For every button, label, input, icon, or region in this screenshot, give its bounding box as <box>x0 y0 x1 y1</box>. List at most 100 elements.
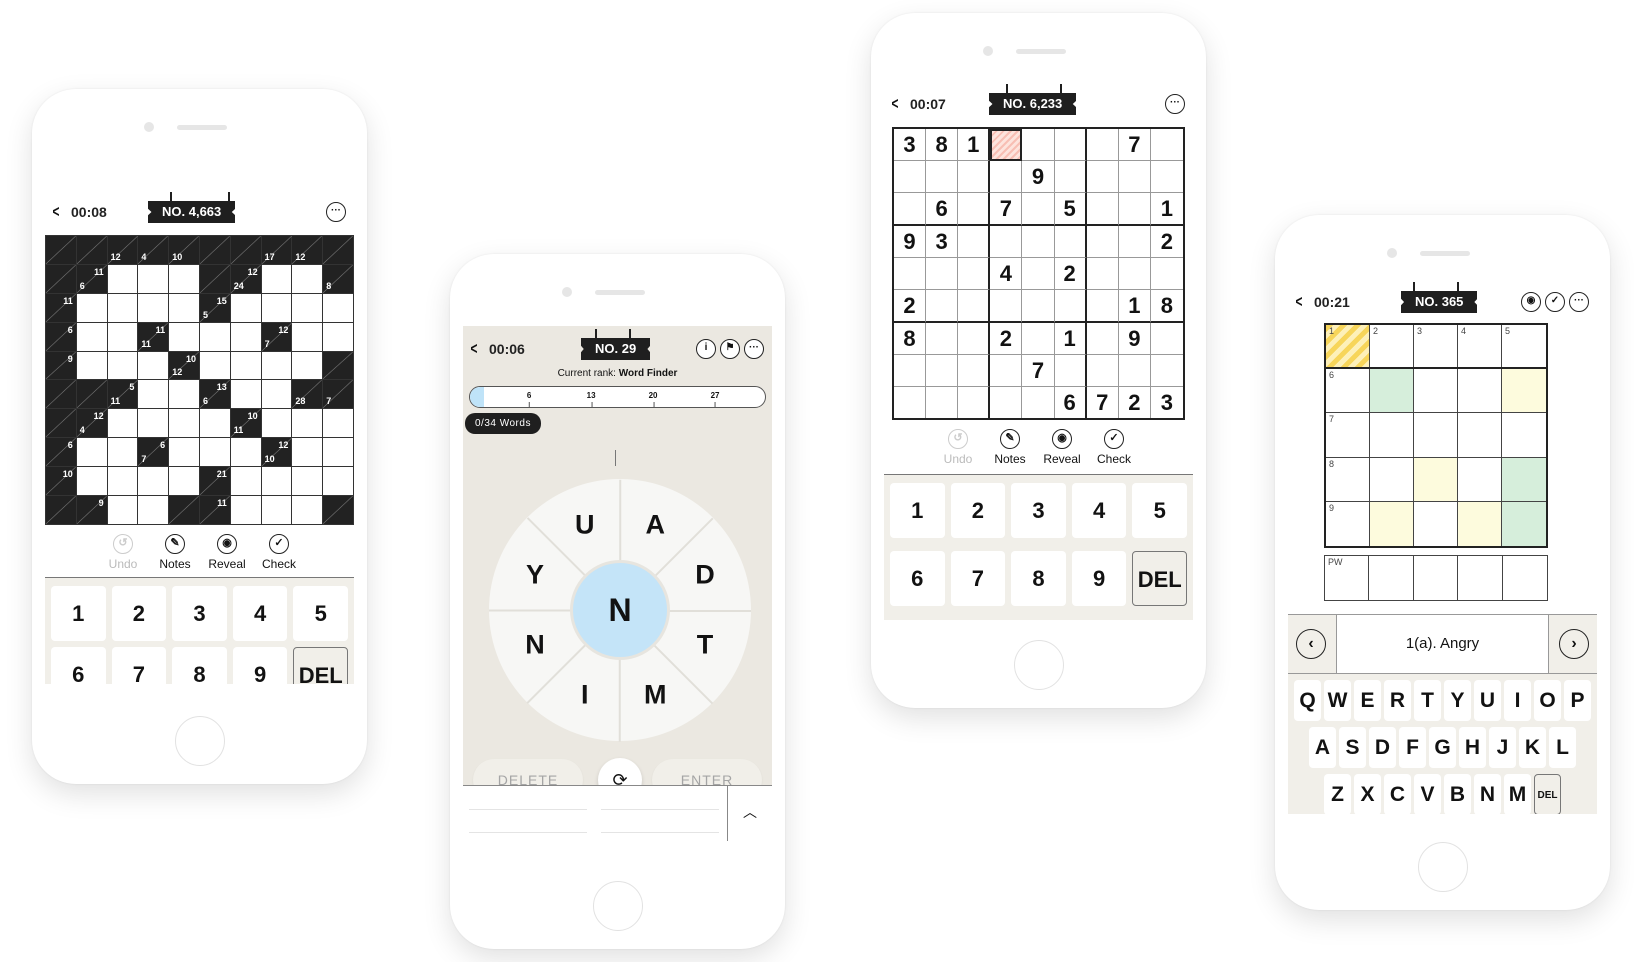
entry-cell[interactable] <box>292 293 323 322</box>
number-key-7[interactable]: 7 <box>111 647 167 684</box>
next-clue-icon[interactable]: › <box>1559 629 1589 659</box>
entry-cell[interactable] <box>138 264 169 293</box>
crossword-cell[interactable] <box>1414 413 1458 458</box>
sudoku-cell[interactable]: 6 <box>926 193 959 226</box>
entry-cell[interactable] <box>107 496 138 524</box>
sudoku-cell[interactable]: 8 <box>926 129 959 161</box>
tool-reveal-button[interactable]: ◉ Reveal <box>1036 429 1088 466</box>
crossword-cell[interactable]: 9 <box>1326 501 1370 546</box>
entry-cell[interactable] <box>138 380 169 409</box>
back-chevron-icon[interactable]: < <box>470 339 477 359</box>
entry-cell[interactable] <box>230 322 261 351</box>
sudoku-cell[interactable] <box>926 355 959 387</box>
entry-cell[interactable] <box>169 264 199 293</box>
entry-cell[interactable] <box>199 322 230 351</box>
key-t[interactable]: T <box>1414 680 1441 721</box>
key-e[interactable]: E <box>1354 680 1381 721</box>
crossword-cell[interactable]: 3 <box>1414 325 1458 370</box>
key-h[interactable]: H <box>1459 727 1486 768</box>
sudoku-cell[interactable] <box>1150 258 1183 290</box>
number-key-1[interactable]: 1 <box>890 483 945 538</box>
sudoku-cell[interactable] <box>1150 355 1183 387</box>
entry-cell[interactable] <box>230 351 261 380</box>
key-i[interactable]: I <box>1504 680 1531 721</box>
number-key-6[interactable]: 6 <box>51 647 106 684</box>
entry-cell[interactable] <box>292 264 323 293</box>
sudoku-cell[interactable]: 7 <box>1022 355 1055 387</box>
entry-cell[interactable] <box>169 438 199 467</box>
sudoku-cell[interactable]: 2 <box>1150 226 1183 258</box>
sudoku-cell[interactable] <box>1022 323 1055 355</box>
entry-cell[interactable] <box>107 351 138 380</box>
crossword-cell[interactable]: 6 <box>1326 369 1370 414</box>
entry-cell[interactable] <box>230 438 261 467</box>
sudoku-cell[interactable] <box>1022 193 1055 226</box>
sudoku-cell[interactable]: 6 <box>1055 387 1087 418</box>
crossword-cell[interactable] <box>1370 369 1414 414</box>
wheel-letter[interactable]: U <box>575 510 595 541</box>
sudoku-cell[interactable]: 7 <box>990 193 1023 226</box>
key-j[interactable]: J <box>1489 727 1516 768</box>
sudoku-cell[interactable] <box>1118 258 1151 290</box>
key-a[interactable]: A <box>1309 727 1336 768</box>
sudoku-cell[interactable]: 5 <box>1054 193 1087 226</box>
entry-cell[interactable] <box>261 467 292 496</box>
wheel-letter[interactable]: A <box>645 510 665 541</box>
sudoku-cell[interactable] <box>958 290 991 323</box>
entry-cell[interactable] <box>199 438 230 467</box>
sudoku-cell[interactable] <box>1022 226 1055 258</box>
number-key-7[interactable]: 7 <box>950 550 1006 606</box>
key-p[interactable]: P <box>1564 680 1591 721</box>
sudoku-cell[interactable] <box>894 355 927 387</box>
sudoku-cell[interactable] <box>958 258 991 290</box>
entry-cell[interactable] <box>169 467 199 496</box>
entry-cell[interactable] <box>323 409 353 438</box>
key-l[interactable]: L <box>1549 727 1576 768</box>
sudoku-cell[interactable] <box>1086 129 1119 161</box>
sudoku-cell[interactable]: 7 <box>1087 387 1119 418</box>
entry-cell[interactable] <box>261 264 292 293</box>
wheel-letter[interactable]: I <box>581 679 589 710</box>
entry-cell[interactable] <box>323 467 353 496</box>
entry-cell[interactable] <box>107 467 138 496</box>
home-button[interactable] <box>175 716 225 766</box>
crossword-cell[interactable] <box>1502 413 1546 458</box>
sudoku-cell[interactable]: 2 <box>990 323 1023 355</box>
number-key-5[interactable]: 5 <box>1132 483 1187 538</box>
number-key-4[interactable]: 4 <box>1071 483 1127 538</box>
entry-cell[interactable] <box>107 409 138 438</box>
entry-cell[interactable] <box>292 322 323 351</box>
sudoku-cell[interactable] <box>990 226 1023 258</box>
sudoku-cell[interactable] <box>1118 193 1151 226</box>
number-key-2[interactable]: 2 <box>950 483 1006 538</box>
sudoku-cell[interactable] <box>1054 355 1087 387</box>
number-key-2[interactable]: 2 <box>111 586 167 641</box>
key-q[interactable]: Q <box>1294 680 1321 721</box>
center-letter[interactable]: N <box>570 560 670 660</box>
number-key-9[interactable]: 9 <box>232 647 288 684</box>
key-g[interactable]: G <box>1429 727 1456 768</box>
sudoku-cell[interactable] <box>894 387 927 418</box>
back-chevron-icon[interactable]: < <box>52 202 59 222</box>
entry-cell[interactable] <box>323 293 353 322</box>
entry-cell[interactable] <box>107 264 138 293</box>
entry-cell[interactable] <box>169 293 199 322</box>
sudoku-cell[interactable] <box>926 290 959 323</box>
password-cell[interactable]: PW <box>1325 556 1370 600</box>
entry-cell[interactable] <box>199 409 230 438</box>
prev-clue-icon[interactable]: ‹ <box>1296 629 1326 659</box>
more-options-icon[interactable]: ··· <box>326 202 346 222</box>
sudoku-cell[interactable] <box>1150 129 1183 161</box>
sudoku-cell[interactable] <box>1054 129 1087 161</box>
sudoku-cell[interactable]: 7 <box>1118 129 1151 161</box>
check-icon[interactable]: ✓ <box>1545 292 1565 312</box>
sudoku-cell[interactable]: 3 <box>926 226 959 258</box>
key-s[interactable]: S <box>1339 727 1366 768</box>
entry-cell[interactable] <box>76 322 107 351</box>
entry-cell[interactable] <box>138 409 169 438</box>
entry-cell[interactable] <box>230 380 261 409</box>
crossword-cell[interactable] <box>1414 457 1458 502</box>
key-z[interactable]: Z <box>1324 774 1351 814</box>
sudoku-cell[interactable]: 3 <box>1151 387 1183 418</box>
sudoku-cell[interactable] <box>958 161 991 193</box>
